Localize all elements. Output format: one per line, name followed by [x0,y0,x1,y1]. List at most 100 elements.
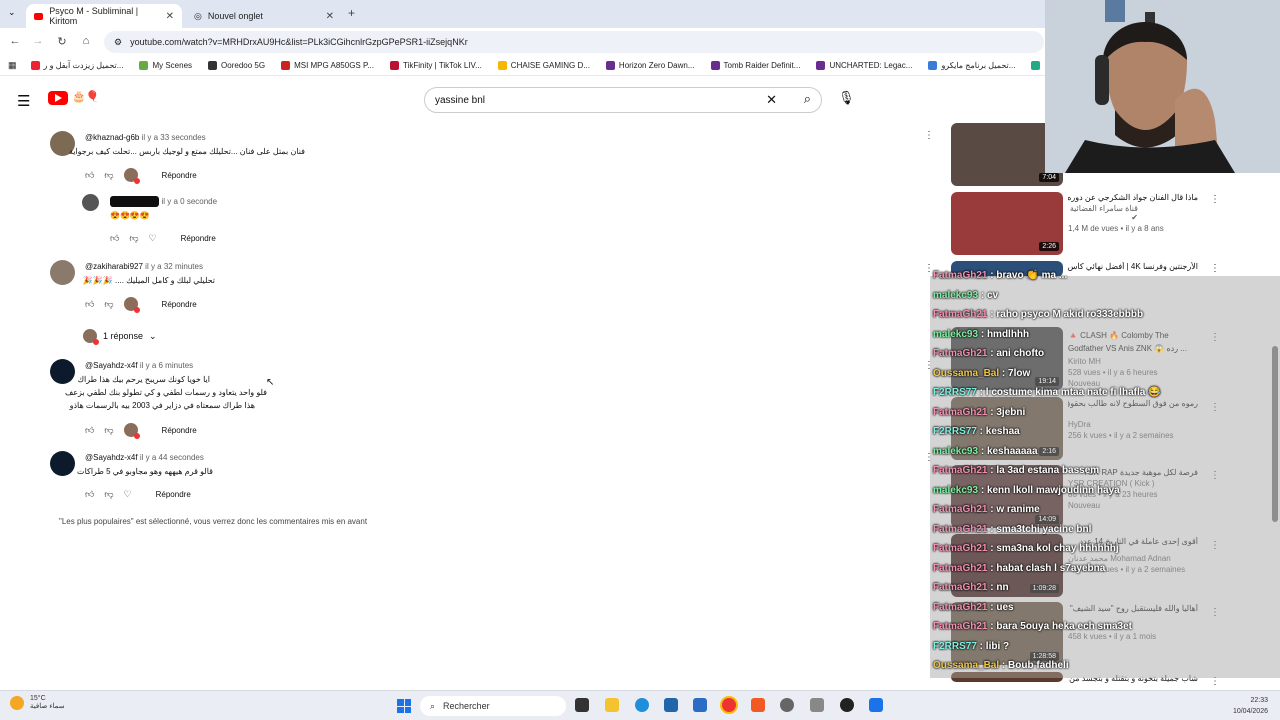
bookmark-item[interactable]: Tomb Raider Definit... [710,61,801,70]
scrollbar[interactable] [1272,346,1278,522]
tab-new[interactable]: ◎ Nouvel onglet ✕ [186,4,342,28]
bookmark-item[interactable]: TikFinity | TikTok LIV... [389,61,482,70]
chrome-icon[interactable] [722,698,736,712]
chevron-down-icon[interactable]: ⌄ [149,331,157,342]
heart-icon[interactable]: ♡ [124,489,132,500]
bookmark-item[interactable]: My Scenes [139,61,192,70]
tab-youtube[interactable]: Psyco M - Subliminal | Kiritom ✕ [26,4,182,28]
brave-icon[interactable] [751,698,765,712]
heart-icon[interactable]: ♡ [149,233,157,244]
comment-author[interactable]: @Sayahdz-x4f [85,361,138,370]
settings-icon[interactable] [780,698,794,712]
avatar[interactable] [82,194,99,211]
video-title[interactable]: الأرجنتين وفرنسا 4K | أفضل نهائي كأس الع… [1068,262,1198,271]
close-tab-icon[interactable]: ✕ [166,11,174,22]
chat-message: FatmaGh21 : bravo 👏 ma ... [933,270,1067,281]
reply-button[interactable]: Répondre [162,300,197,309]
bookmark-label: Tomb Raider Definit... [723,61,801,70]
search-icon[interactable]: ⌕ [804,91,811,107]
bookmark-item[interactable]: UNCHARTED: Legac... [816,61,912,70]
comment-author[interactable]: @zakiharabi927 [85,262,143,271]
comment-time[interactable]: il y a 0 seconde [161,197,217,206]
more-options-icon[interactable]: ⋮ [1210,263,1220,274]
webcam-person-image [1045,0,1280,173]
more-options-icon[interactable]: ⋮ [924,130,934,141]
chat-username: FatmaGh21 [933,621,988,632]
bookmark-item[interactable]: MSI MPG A850GS P... [281,61,374,70]
creator-heart-icon[interactable] [123,423,140,439]
avatar[interactable] [50,451,75,476]
bookmark-item[interactable]: Ooredoo 5G [208,61,265,70]
close-tab-icon[interactable]: ✕ [326,11,334,22]
avatar[interactable] [50,260,75,285]
creator-heart-icon[interactable] [123,297,140,313]
like-icon[interactable]: 👍︎ [85,489,94,500]
reload-icon[interactable]: ↻ [50,35,74,48]
more-options-icon[interactable]: ⋮ [1210,194,1220,205]
video-meta[interactable]: ماذا قال الفنان جواد الشكرجي عن دوره في … [1068,193,1198,233]
reply-button[interactable]: Répondre [162,426,197,435]
replies-label[interactable]: 1 réponse [103,331,143,341]
comment-author[interactable]: @khaznad-g6b [85,133,139,142]
comment-author[interactable]: @Sayahdz-x4f [85,453,138,462]
dislike-icon[interactable]: 👎︎ [104,425,113,436]
replies-toggle[interactable]: 1 réponse ⌄ [83,329,157,345]
file-explorer-icon[interactable] [605,698,619,712]
windows-start-icon[interactable] [397,699,411,713]
video-channel[interactable]: قناة سامراء الفضائية ✔ [1068,204,1138,222]
creator-heart-icon[interactable] [123,168,140,184]
url-field[interactable]: ⚙ youtube.com/watch?v=MRHDrxAU9Hc&list=P… [104,31,1044,53]
weather-widget[interactable]: 15°C سماء صافية [10,695,65,710]
clear-search-icon[interactable]: ✕ [766,92,777,108]
search-box[interactable]: yassine bnl ✕ ⌕ [424,87,822,113]
home-icon[interactable]: ⌂ [74,35,98,47]
outlook-icon[interactable] [693,698,707,712]
comment-time[interactable]: il y a 32 minutes [145,262,203,271]
chat-text: 3jebni [996,406,1026,418]
obs-icon[interactable] [840,698,854,712]
dislike-icon[interactable]: 👎︎ [104,489,113,500]
back-icon[interactable]: ← [3,35,27,47]
bookmark-item[interactable]: Horizon Zero Dawn... [605,61,695,70]
search-input[interactable]: yassine bnl [435,95,485,106]
youtube-logo-icon[interactable] [48,91,68,105]
bookmark-label: تحميل برنامج مايكرو... [941,61,1016,70]
reply-button[interactable]: Répondre [162,171,197,180]
store-icon[interactable] [664,698,678,712]
dislike-icon[interactable]: 👎︎ [129,233,138,244]
dislike-icon[interactable]: 👎︎ [104,170,113,181]
avatar[interactable] [50,359,75,384]
system-clock[interactable]: 22:33 10/04/2026 [1233,695,1268,717]
video-title[interactable]: ماذا قال الفنان جواد الشكرجي عن دوره في … [1068,193,1198,202]
new-tab-icon[interactable]: + [348,6,355,20]
video-stats: 1,4 M de vues • il y a 8 ans [1068,224,1164,233]
comment-time[interactable]: il y a 6 minutes [140,361,193,370]
like-icon[interactable]: 👍︎ [85,299,94,310]
dislike-icon[interactable]: 👎︎ [104,299,113,310]
reply-button[interactable]: Répondre [156,490,191,499]
tab-search-icon[interactable]: ⌄ [8,7,16,18]
bookmark-item[interactable]: CHAISE GAMING D... [497,61,590,70]
apps-icon[interactable]: ▦ [8,60,17,71]
bookmark-item[interactable]: تحميل زيزدت آبفل و ر... [30,61,123,70]
like-icon[interactable]: 👍︎ [85,425,94,436]
like-icon[interactable]: 👍︎ [85,170,94,181]
app-icon[interactable] [869,698,883,712]
forward-icon[interactable]: → [26,35,50,47]
video-meta[interactable]: الأرجنتين وفرنسا 4K | أفضل نهائي كأس الع… [1068,262,1198,271]
menu-icon[interactable]: ☰ [17,92,30,110]
comment-time[interactable]: il y a 33 secondes [142,133,206,142]
comment-time[interactable]: il y a 44 secondes [140,453,204,462]
video-thumbnail[interactable]: 2:26 [951,192,1063,255]
site-info-icon[interactable]: ⚙ [114,37,122,48]
chat-username: Oussama_Bal [933,367,1000,379]
bookmark-item[interactable]: تحميل برنامج مايكرو... [928,61,1015,70]
app-icon[interactable] [810,698,824,712]
like-icon[interactable]: 👍︎ [110,233,119,244]
task-view-icon[interactable] [575,698,589,712]
taskbar-search[interactable]: ⌕ Rechercher [420,696,566,716]
microphone-icon[interactable]: 🎙 [838,90,855,106]
edge-icon[interactable] [635,698,649,712]
comment-author-mention[interactable]: @Kirito_MH [110,196,160,207]
reply-button[interactable]: Répondre [181,234,216,243]
